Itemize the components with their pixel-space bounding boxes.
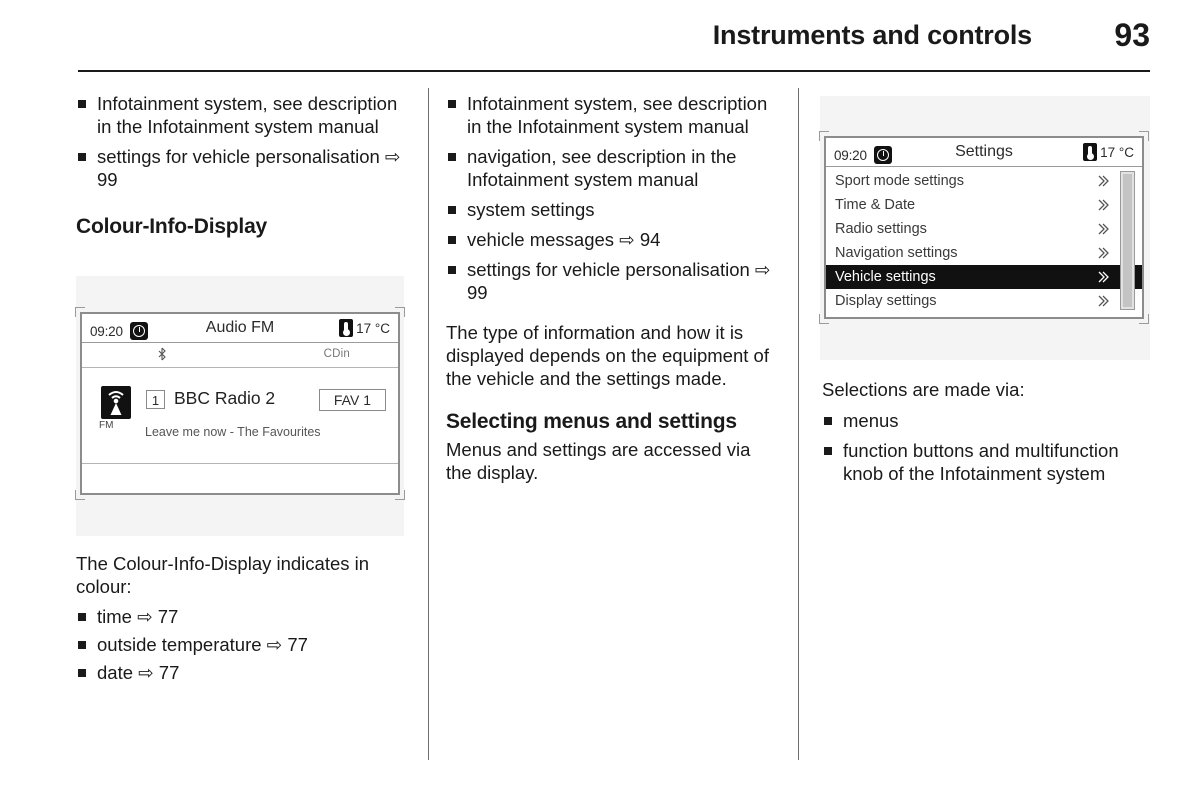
list-item: outside temperature ⇨ 77: [76, 633, 406, 656]
thermometer-icon: [339, 319, 354, 337]
status-time: 09:20: [90, 318, 149, 340]
middle-column: Infotainment system, see description in …: [446, 92, 776, 484]
corner-mark-bottom-right: [1139, 314, 1149, 324]
settings-menu-figure: 09:20 Settings 17 °C Sport mode settings…: [819, 131, 1149, 324]
status-time: 09:20: [834, 142, 893, 164]
fm-band-label: FM: [99, 420, 114, 431]
right-bullet-list: menus function buttons and multifunction…: [822, 409, 1154, 485]
audio-status-bar: 09:20 Audio FM 17 °C: [82, 314, 398, 343]
audio-source-label: CDin: [323, 348, 350, 360]
audio-sub-bar: CDin: [82, 343, 398, 368]
list-item: date ⇨ 77: [76, 661, 406, 684]
list-item: menus: [822, 409, 1154, 432]
menu-item-radio-settings[interactable]: Radio settings: [826, 217, 1142, 241]
menu-scrollbar-thumb[interactable]: [1123, 174, 1132, 307]
list-item: function buttons and multifunction knob …: [822, 439, 1154, 485]
page-number: 93: [1114, 17, 1150, 53]
colour-display-caption: The Colour-Info-Display indicates in col…: [76, 553, 370, 597]
list-item: vehicle messages ⇨ 94: [446, 228, 776, 251]
corner-mark-bottom-left: [75, 490, 85, 500]
left-column-lower: The Colour-Info-Display indicates in col…: [76, 552, 406, 689]
menu-item-label: Sport mode settings: [835, 173, 964, 189]
thermometer-icon: [1083, 143, 1098, 161]
clock-icon: [130, 321, 149, 340]
list-item: navigation, see description in the Infot…: [446, 145, 776, 191]
right-column-lower: Selections are made via: menus function …: [822, 378, 1154, 485]
page-title: Instruments and controls: [712, 20, 1032, 50]
list-item: system settings: [446, 198, 776, 221]
column-divider-right: [798, 88, 799, 760]
status-temperature: 17 °C: [1083, 143, 1134, 161]
fm-band-indicator: FM: [98, 386, 134, 431]
list-item: settings for vehicle personalisation ⇨ 9…: [76, 145, 406, 191]
section-heading-colour-info-display: Colour-Info-Display: [76, 215, 268, 238]
audio-body: FM 1 BBC Radio 2 Leave me now - The Favo…: [82, 368, 398, 464]
menu-item-label: Vehicle settings: [835, 269, 936, 285]
favourite-badge: FAV 1: [318, 389, 386, 411]
column-divider-left: [428, 88, 429, 760]
settings-menu-list: Sport mode settings Time & Date Radio se…: [826, 167, 1142, 314]
settings-status-bar: 09:20 Settings 17 °C: [826, 138, 1142, 167]
list-item: Infotainment system, see description in …: [446, 92, 776, 138]
menu-item-vehicle-settings[interactable]: Vehicle settings: [826, 265, 1142, 289]
status-time-text: 09:20: [90, 323, 123, 339]
list-item: settings for vehicle personalisation ⇨ 9…: [446, 258, 776, 304]
selections-caption: Selections are made via:: [822, 379, 1025, 400]
preset-number: 1: [146, 390, 165, 409]
menu-item-label: Display settings: [835, 293, 937, 309]
chevron-right-icon: [1098, 198, 1109, 212]
status-time-text: 09:20: [834, 147, 867, 163]
clock-icon: [874, 145, 893, 164]
menu-item-display-settings[interactable]: Display settings: [826, 289, 1142, 313]
menu-item-label: Navigation settings: [835, 245, 958, 261]
radio-tower-icon: [101, 386, 131, 419]
audio-display-figure: 09:20 Audio FM 17 °C CDin FM 1 BBC Radio…: [75, 307, 405, 500]
chevron-right-icon: [1098, 174, 1109, 188]
status-temperature: 17 °C: [339, 319, 390, 337]
list-item: Infotainment system, see description in …: [76, 92, 406, 138]
section-heading-selecting-menus: Selecting menus and settings: [446, 410, 737, 433]
menu-item-sport-mode-settings[interactable]: Sport mode settings: [826, 169, 1142, 193]
corner-mark-bottom-left: [819, 314, 829, 324]
corner-mark-bottom-right: [395, 490, 405, 500]
menu-scrollbar[interactable]: [1120, 171, 1135, 310]
bluetooth-icon: [158, 347, 166, 364]
header-divider-rule: [78, 70, 1150, 72]
audio-footer-bar: [82, 464, 398, 491]
menu-item-label: Radio settings: [835, 221, 927, 237]
menu-item-navigation-settings[interactable]: Navigation settings: [826, 241, 1142, 265]
middle-paragraph-menus-accessed: Menus and settings are accessed via the …: [446, 439, 751, 483]
middle-paragraph-information-type: The type of information and how it is di…: [446, 322, 769, 389]
chevron-right-icon: [1098, 294, 1109, 308]
chevron-right-icon: [1098, 270, 1109, 284]
left-column: Infotainment system, see description in …: [76, 92, 406, 239]
chevron-right-icon: [1098, 222, 1109, 236]
left-bullet-list-bottom: time ⇨ 77 outside temperature ⇨ 77 date …: [76, 605, 406, 684]
middle-bullet-list: Infotainment system, see description in …: [446, 92, 776, 304]
page-header: Instruments and controls 93: [78, 17, 1150, 64]
status-temperature-text: 17 °C: [356, 321, 390, 336]
list-item: time ⇨ 77: [76, 605, 406, 628]
status-temperature-text: 17 °C: [1100, 145, 1134, 160]
chevron-right-icon: [1098, 246, 1109, 260]
menu-item-label: Time & Date: [835, 197, 916, 213]
left-bullet-list-top: Infotainment system, see description in …: [76, 92, 406, 191]
menu-item-time-and-date[interactable]: Time & Date: [826, 193, 1142, 217]
track-text: Leave me now - The Favourites: [145, 425, 321, 439]
station-name: BBC Radio 2: [174, 388, 276, 408]
